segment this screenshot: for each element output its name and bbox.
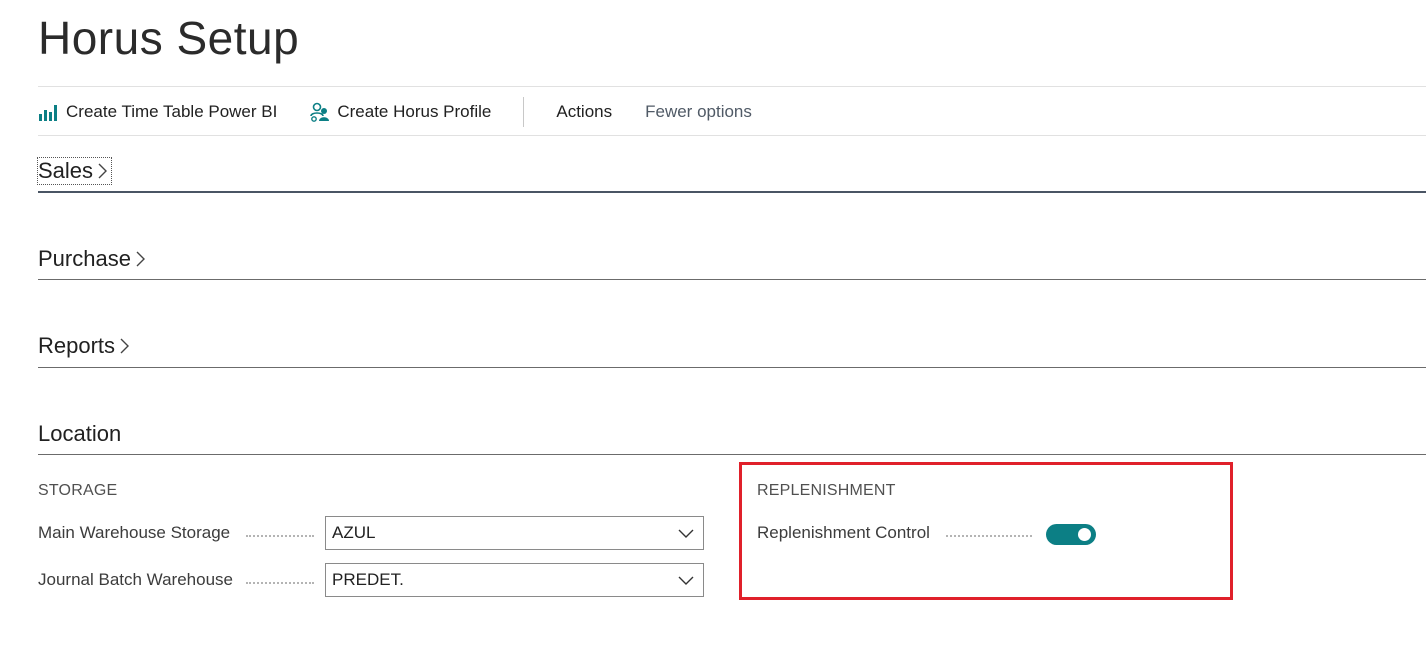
create-horus-profile-button[interactable]: Create Horus Profile bbox=[309, 96, 491, 128]
replenishment-group-caption: REPLENISHMENT bbox=[757, 482, 896, 499]
create-horus-profile-label: Create Horus Profile bbox=[337, 102, 492, 121]
journal-batch-warehouse-label: Journal Batch Warehouse bbox=[38, 570, 233, 589]
bar-chart-icon bbox=[39, 105, 57, 121]
actions-menu[interactable]: Actions bbox=[556, 102, 612, 122]
replenishment-control-label: Replenishment Control bbox=[757, 523, 930, 542]
main-warehouse-storage-value: AZUL bbox=[332, 523, 376, 542]
chevron-right-icon bbox=[136, 251, 145, 267]
chevron-down-icon bbox=[678, 576, 694, 585]
section-header-reports[interactable]: Reports bbox=[38, 333, 131, 359]
create-time-table-power-bi-button[interactable]: Create Time Table Power BI bbox=[38, 96, 277, 128]
main-warehouse-storage-label: Main Warehouse Storage bbox=[38, 523, 231, 542]
journal-batch-warehouse-select[interactable]: PREDET. bbox=[325, 563, 704, 597]
section-divider-sales bbox=[38, 191, 1426, 193]
toolbar-divider-bottom bbox=[38, 135, 1426, 136]
section-title-reports: Reports bbox=[38, 333, 116, 358]
toggle-knob bbox=[1078, 528, 1091, 541]
storage-group-caption: STORAGE bbox=[38, 482, 118, 499]
section-divider-purchase bbox=[38, 279, 1426, 280]
field-leader-dots bbox=[246, 533, 314, 537]
chevron-down-icon bbox=[678, 529, 694, 538]
toolbar-separator bbox=[523, 97, 525, 127]
section-header-location[interactable]: Location bbox=[38, 421, 121, 447]
toolbar-divider-top bbox=[38, 86, 1426, 87]
section-divider-reports bbox=[38, 367, 1426, 368]
section-divider-location bbox=[38, 454, 1426, 455]
section-title-location: Location bbox=[38, 421, 122, 446]
main-warehouse-storage-select[interactable]: AZUL bbox=[325, 516, 704, 550]
journal-batch-warehouse-value: PREDET. bbox=[332, 570, 404, 589]
chevron-right-icon bbox=[98, 163, 108, 179]
horus-setup-page: Horus Setup Create Time Table Power BI C… bbox=[0, 0, 1426, 648]
fewer-options-button[interactable]: Fewer options bbox=[645, 102, 752, 122]
section-header-purchase[interactable]: Purchase bbox=[38, 246, 147, 272]
field-leader-dots bbox=[946, 533, 1032, 537]
section-header-sales[interactable]: Sales bbox=[36, 157, 113, 185]
create-time-table-power-bi-label: Create Time Table Power BI bbox=[66, 102, 278, 121]
replenishment-control-toggle[interactable] bbox=[1046, 524, 1096, 545]
users-icon bbox=[310, 102, 330, 122]
chevron-right-icon bbox=[120, 338, 130, 354]
section-title-purchase: Purchase bbox=[38, 246, 131, 271]
action-bar: Create Time Table Power BI Create Horus … bbox=[38, 96, 752, 128]
field-leader-dots bbox=[246, 580, 314, 584]
section-title-sales: Sales bbox=[38, 158, 94, 183]
page-title: Horus Setup bbox=[38, 12, 300, 64]
